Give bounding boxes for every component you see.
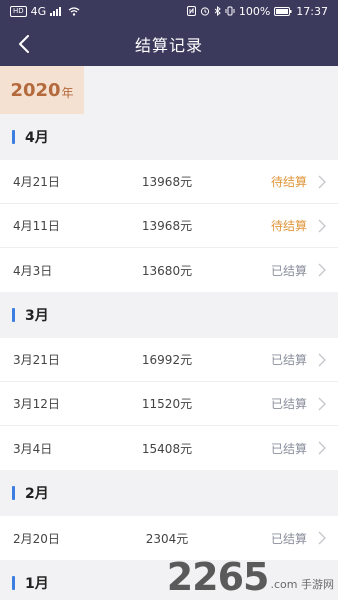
signal-icon	[50, 6, 62, 16]
settlement-date: 4月11日	[13, 219, 60, 233]
bluetooth-icon	[214, 6, 221, 16]
settlement-row[interactable]: 3月21日 16992元 已结算	[0, 338, 338, 382]
settlement-row[interactable]: 4月11日 13968元 待结算	[0, 204, 338, 248]
month-marker	[12, 486, 15, 500]
month-records: 2月20日 2304元 已结算	[0, 516, 338, 560]
settlement-amount: 16992元	[141, 353, 193, 367]
settlement-date: 2月20日	[13, 531, 60, 546]
settlement-status: 已结算	[270, 397, 307, 411]
settlement-amount: 15408元	[141, 441, 193, 456]
month-records: 4月21日 13968元 待结算 4月11日 13968元 待结算 4月3日 13680元 已结…	[0, 160, 338, 292]
signal-label: 4G	[30, 4, 47, 18]
battery-icon	[274, 6, 292, 16]
settlement-row[interactable]: 3月12日 11520元 已结算	[0, 382, 338, 426]
chevron-right-icon	[318, 219, 326, 233]
year-value: 2020	[10, 79, 61, 101]
month-label: 2月	[25, 486, 49, 502]
settlement-date: 3月4日	[13, 441, 53, 456]
battery-percent: 100%	[238, 4, 271, 18]
app-header: HD 4G 100% 17:37 结算记录	[0, 0, 338, 66]
month-label: 4月	[25, 130, 49, 146]
chevron-right-icon	[318, 531, 326, 545]
month-header: 4月	[0, 114, 338, 160]
settlement-amount: 13968元	[141, 219, 193, 233]
settlement-date: 4月3日	[13, 263, 53, 278]
month-header: 2月	[0, 470, 338, 516]
year-unit: 年	[61, 85, 74, 100]
clock: 17:37	[296, 4, 328, 18]
month-label: 1月	[25, 576, 49, 592]
month-records: 3月21日 16992元 已结算 3月12日 11520元 已结算 3月4日 15408元 已结…	[0, 338, 338, 470]
settlement-status: 已结算	[270, 263, 307, 278]
settlement-amount: 13968元	[141, 175, 193, 189]
chevron-right-icon	[318, 397, 326, 411]
month-marker	[12, 576, 15, 590]
year-tab[interactable]: 2020 年	[0, 66, 84, 114]
year-selector-row: 2020 年	[0, 66, 338, 114]
chevron-right-icon	[318, 441, 326, 455]
back-button[interactable]	[10, 30, 38, 58]
chevron-right-icon	[318, 263, 326, 277]
settlement-amount: 2304元	[145, 531, 189, 546]
month-header: 3月	[0, 292, 338, 338]
settlement-amount: 11520元	[141, 397, 193, 411]
month-marker	[12, 130, 15, 144]
settlement-status: 待结算	[270, 175, 307, 189]
settlement-status: 已结算	[270, 353, 307, 367]
settlement-date: 3月21日	[13, 353, 60, 367]
month-label: 3月	[25, 308, 49, 324]
watermark-logo: 2265	[166, 555, 270, 599]
settlement-status: 已结算	[270, 531, 307, 546]
wifi-icon	[68, 6, 80, 16]
settlement-status: 待结算	[270, 219, 307, 233]
status-bar: HD 4G 100% 17:37	[0, 0, 338, 22]
settlement-row[interactable]: 3月4日 15408元 已结算	[0, 426, 338, 470]
settlement-row[interactable]: 4月3日 13680元 已结算	[0, 248, 338, 292]
alarm-icon	[200, 7, 209, 16]
chevron-right-icon	[318, 175, 326, 189]
chevron-left-icon	[19, 35, 29, 53]
settlement-row[interactable]: 2月20日 2304元 已结算	[0, 516, 338, 560]
page-title: 结算记录	[134, 36, 203, 55]
chevron-right-icon	[318, 353, 326, 367]
settlement-list: 4月 4月21日 13968元 待结算 4月11日 13968元 待结算 4月3日 13680元…	[0, 114, 338, 600]
vibrate-icon	[225, 6, 235, 16]
hd-badge: HD	[10, 5, 27, 17]
settlement-date: 4月21日	[13, 175, 60, 189]
settlement-row[interactable]: 4月21日 13968元 待结算	[0, 160, 338, 204]
watermark-sub: .com 手游网	[270, 578, 335, 591]
settlement-date: 3月12日	[13, 397, 60, 411]
settlement-status: 已结算	[270, 441, 307, 456]
nfc-icon	[186, 6, 196, 16]
site-watermark: 2265 .com 手游网	[167, 558, 334, 596]
settlement-amount: 13680元	[141, 263, 193, 278]
month-marker	[12, 308, 15, 322]
nav-bar: 结算记录	[0, 22, 338, 66]
